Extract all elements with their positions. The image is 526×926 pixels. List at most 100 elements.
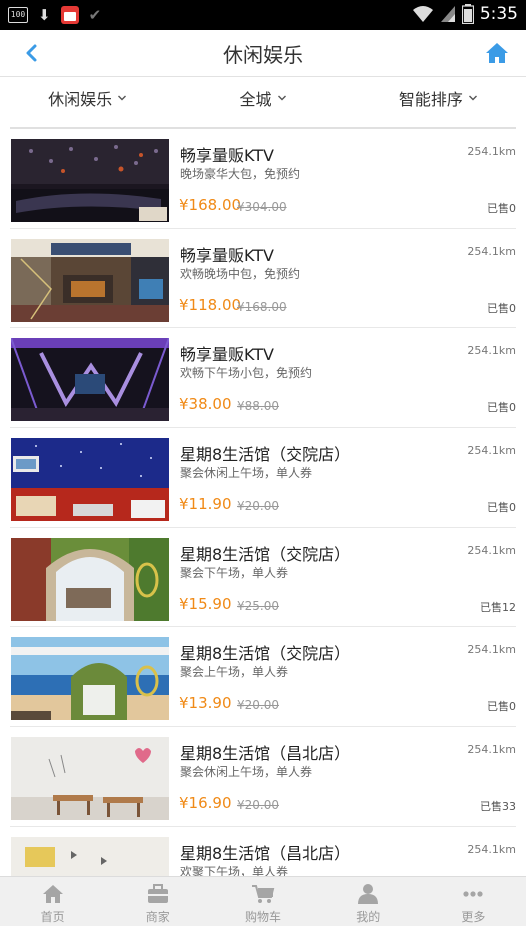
cart-icon (252, 885, 275, 903)
deal-price: ¥16.90 (179, 794, 232, 813)
deal-thumbnail (11, 637, 169, 721)
tab-more[interactable]: 更多 (421, 877, 526, 926)
deal-sold-count: 已售0 (487, 301, 516, 315)
deal-thumbnail (11, 836, 169, 876)
deal-name: 畅享量贩KTV (180, 146, 274, 165)
deal-distance: 254.1km (467, 145, 516, 158)
deal-sold-count: 已售0 (487, 501, 516, 515)
deal-thumbnail (11, 438, 169, 522)
deal-price: ¥15.90 (179, 594, 232, 613)
deal-sold-count: 已售33 (480, 800, 516, 814)
deal-sold-count: 已售12 (480, 600, 516, 614)
deal-sold-count: 已售0 (487, 202, 516, 215)
filter-category[interactable]: 休闲娱乐 (0, 78, 175, 118)
deal-original-price: ¥304.00 (237, 200, 287, 214)
deal-desc: 聚会休闲上午场，单人券 (180, 466, 313, 481)
clock-time: 5:35 (479, 4, 518, 24)
tab-cart-label: 购物车 (245, 910, 282, 924)
home-icon[interactable] (484, 40, 510, 66)
deal-thumbnail (11, 139, 169, 222)
tab-home[interactable]: 首页 (0, 877, 105, 926)
tab-mine[interactable]: 我的 (316, 877, 421, 926)
deal-sold-count: 已售0 (487, 401, 516, 415)
deal-original-price: ¥20.00 (237, 698, 279, 713)
deal-name: 畅享量贩KTV (180, 245, 274, 265)
deal-distance: 254.1km (467, 244, 516, 258)
status-bar: 100 ⬇ ✔ 5:35 (0, 0, 526, 30)
tab-more-label: 更多 (461, 910, 486, 924)
deal-price: ¥13.90 (179, 694, 232, 713)
filter-sort-label: 智能排序 (398, 90, 463, 109)
deal-name: 星期8生活馆（昌北店） (180, 843, 351, 863)
filter-bar: 休闲娱乐 全城 智能排序 (0, 78, 526, 118)
deal-name: 畅享量贩KTV (180, 345, 274, 365)
deal-price: ¥168.00 (179, 196, 242, 214)
deal-desc: 晚场豪华大包，免预约 (180, 167, 301, 181)
deal-item[interactable]: 星期8生活馆（交院店） 聚会下午场，单人券 254.1km ¥15.90 ¥25… (10, 528, 516, 628)
tab-merchants[interactable]: 商家 (105, 877, 210, 926)
deal-item[interactable]: 畅享量贩KTV 欢畅晚场中包，免预约 254.1km ¥118.00 ¥168.… (10, 229, 516, 329)
battery-icon (461, 4, 474, 24)
deal-item[interactable]: 畅享量贩KTV 欢畅下午场小包，免预约 254.1km ¥38.00 ¥88.0… (10, 328, 516, 429)
deal-price: ¥118.00 (179, 295, 242, 314)
deal-thumbnail (11, 537, 169, 621)
home-icon (42, 885, 63, 903)
deal-desc: 欢畅下午场小包，免预约 (180, 366, 313, 381)
bottom-tab-bar: 首页 商家 购物车 我的 更多 (0, 876, 526, 926)
deal-desc: 聚会下午场，单人券 (180, 565, 289, 580)
deal-name: 星期8生活馆（交院店） (180, 644, 351, 664)
deal-item[interactable]: 星期8生活馆（昌北店） 聚会休闲上午场，单人券 254.1km ¥16.90 ¥… (10, 727, 516, 827)
deal-list[interactable]: 畅享量贩KTV 晚场豪华大包，免预约 254.1km ¥168.00 ¥304.… (0, 129, 526, 876)
deal-distance: 254.1km (467, 842, 516, 856)
app-header: 休闲娱乐 (0, 30, 526, 77)
deal-distance: 254.1km (467, 743, 516, 757)
filter-area[interactable]: 全城 (175, 78, 350, 118)
deal-name: 星期8生活馆（昌北店） (180, 744, 351, 764)
more-icon (463, 891, 484, 897)
deal-name: 星期8生活馆（交院店） (180, 445, 351, 465)
deal-distance: 254.1km (467, 444, 516, 458)
deal-price: ¥11.90 (179, 495, 232, 514)
deal-thumbnail (11, 238, 169, 322)
deal-name: 星期8生活馆（交院店） (180, 544, 351, 564)
deal-price: ¥38.00 (179, 395, 232, 414)
tab-cart[interactable]: 购物车 (210, 877, 315, 926)
deal-original-price: ¥168.00 (237, 299, 287, 314)
deal-item[interactable]: 星期8生活馆（交院店） 聚会上午场，单人券 254.1km ¥13.90 ¥20… (10, 627, 516, 728)
deal-desc: 聚会休闲上午场，单人券 (180, 765, 313, 780)
calendar-icon (60, 6, 79, 24)
tab-home-label: 首页 (40, 910, 65, 924)
deal-original-price: ¥25.00 (237, 598, 279, 613)
deal-original-price: ¥88.00 (237, 399, 279, 414)
deal-thumbnail (11, 737, 169, 821)
deal-desc: 欢畅晚场中包，免预约 (180, 266, 301, 281)
tab-mine-label: 我的 (356, 910, 381, 924)
deal-sold-count: 已售0 (487, 700, 516, 714)
deal-thumbnail (11, 338, 169, 422)
deal-distance: 254.1km (467, 543, 516, 557)
deal-item[interactable]: 畅享量贩KTV 晚场豪华大包，免预约 254.1km ¥168.00 ¥304.… (10, 129, 516, 229)
deal-original-price: ¥20.00 (237, 798, 279, 813)
wifi-icon (412, 6, 433, 22)
user-icon (358, 884, 379, 904)
deal-desc: 欢聚下午场，单人券 (180, 864, 289, 876)
filter-sort[interactable]: 智能排序 (351, 78, 526, 118)
deal-distance: 254.1km (467, 643, 516, 657)
download-icon: ⬇ (38, 6, 51, 24)
deal-item[interactable]: 星期8生活馆（交院店） 聚会休闲上午场，单人券 254.1km ¥11.90 ¥… (10, 428, 516, 528)
deal-original-price: ¥20.00 (237, 499, 279, 514)
filter-category-label: 休闲娱乐 (48, 90, 113, 109)
filter-area-label: 全城 (239, 90, 272, 109)
battery-saver-icon: 100 (8, 7, 28, 23)
chevron-down-icon (468, 95, 477, 101)
check-icon: ✔ (88, 6, 102, 24)
chevron-down-icon (277, 95, 286, 101)
deal-item[interactable]: 星期8生活馆（昌北店） 欢聚下午场，单人券 254.1km (10, 827, 516, 876)
briefcase-icon (147, 884, 168, 903)
deal-distance: 254.1km (467, 344, 516, 358)
tab-merchants-label: 商家 (145, 910, 170, 924)
signal-icon (440, 6, 455, 22)
chevron-down-icon (118, 95, 127, 101)
deal-desc: 聚会上午场，单人券 (180, 665, 289, 680)
page-title: 休闲娱乐 (223, 43, 303, 67)
